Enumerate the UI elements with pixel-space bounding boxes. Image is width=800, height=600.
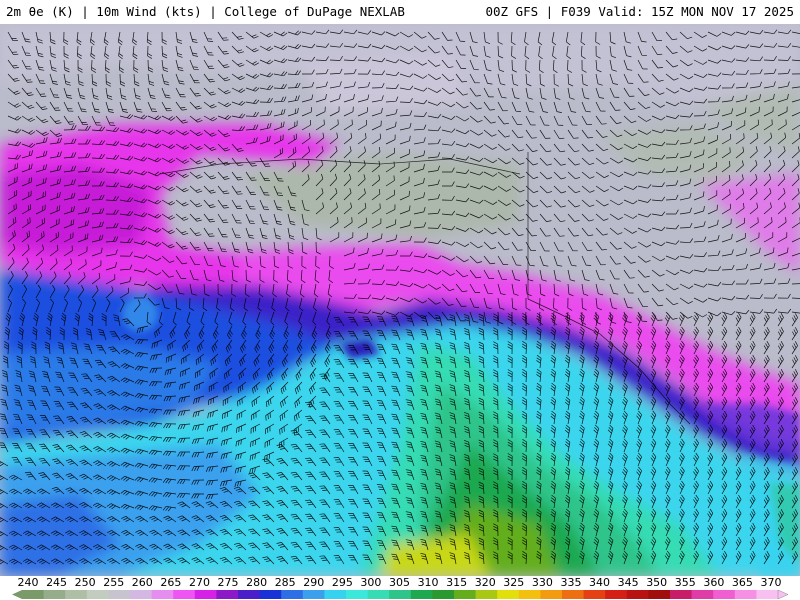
color-scale-label: 245: [46, 576, 68, 589]
color-scale-swatch: [670, 590, 693, 599]
color-scale-swatch: [86, 590, 109, 599]
color-scale-swatch: [648, 590, 671, 599]
color-scale-swatch: [583, 590, 606, 599]
color-scale-label: 250: [74, 576, 96, 589]
color-scale-label: 290: [303, 576, 325, 589]
color-scale-label: 265: [160, 576, 182, 589]
color-scale-swatch: [389, 590, 412, 599]
color-scale-labels: 240 245 250 255 260 265 270 275 280 285 290 295 300 3…: [0, 576, 800, 589]
color-scale-label: 320: [474, 576, 496, 589]
color-scale-swatch: [367, 590, 390, 599]
color-scale-label: 365: [731, 576, 753, 589]
color-scale-bar: [12, 590, 788, 599]
color-scale-label: 255: [103, 576, 125, 589]
color-scale-swatch: [540, 590, 563, 599]
color-scale-label: 330: [531, 576, 553, 589]
color-scale-label: 315: [446, 576, 468, 589]
color-scale-label: 270: [188, 576, 210, 589]
color-scale-label: 360: [703, 576, 725, 589]
color-scale-swatch: [432, 590, 455, 599]
color-scale-label: 370: [760, 576, 782, 589]
color-scale-label: 355: [674, 576, 696, 589]
color-scale-swatch: [410, 590, 433, 599]
color-scale-label: 340: [589, 576, 611, 589]
theta-e-map-svg: [0, 24, 800, 576]
color-scale-label: 280: [246, 576, 268, 589]
color-scale-label: 275: [217, 576, 239, 589]
color-scale-swatch: [475, 590, 498, 599]
color-scale-label: 285: [274, 576, 296, 589]
header-product-title: 2m θe (K) | 10m Wind (kts) | College of …: [6, 4, 405, 19]
color-scale-label: 345: [617, 576, 639, 589]
color-scale-swatch: [691, 590, 714, 599]
color-scale-swatch: [497, 590, 520, 599]
color-scale-swatch: [454, 590, 477, 599]
weather-map: [0, 24, 800, 576]
color-scale-swatch: [65, 590, 88, 599]
color-scale-label: 310: [417, 576, 439, 589]
color-scale-label: 325: [503, 576, 525, 589]
color-scale-swatch: [302, 590, 325, 599]
color-scale-right-arrow: [777, 590, 788, 599]
color-scale-swatch: [734, 590, 757, 599]
color-scale-swatch: [562, 590, 585, 599]
color-scale-label: 300: [360, 576, 382, 589]
color-scale-label: 335: [560, 576, 582, 589]
color-scale-legend: 240 245 250 255 260 265 270 275 280 285 290 295 300 3…: [0, 576, 800, 600]
color-scale-label: 295: [331, 576, 353, 589]
color-scale-swatch: [43, 590, 66, 599]
color-scale-swatch: [259, 590, 282, 599]
color-scale-swatch: [756, 590, 779, 599]
color-scale-swatch: [173, 590, 196, 599]
color-scale-swatch: [324, 590, 347, 599]
color-scale-label: 240: [17, 576, 39, 589]
color-scale-label: 305: [389, 576, 410, 589]
color-scale-swatch: [518, 590, 541, 599]
color-scale-swatch: [713, 590, 736, 599]
color-scale-swatch: [626, 590, 649, 599]
color-scale-swatch: [346, 590, 369, 599]
color-scale-swatch: [108, 590, 131, 599]
color-scale-swatch: [130, 590, 153, 599]
color-scale-swatch: [281, 590, 304, 599]
color-scale-left-arrow: [12, 590, 22, 599]
color-scale-swatch: [194, 590, 217, 599]
color-scale-swatch: [605, 590, 628, 599]
map-header: 2m θe (K) | 10m Wind (kts) | College of …: [0, 0, 800, 24]
color-scale-swatch: [238, 590, 261, 599]
color-scale-swatch: [22, 590, 45, 599]
header-run-valid-time: 00Z GFS | F039 Valid: 15Z MON NOV 17 202…: [485, 4, 794, 19]
color-scale-label: 350: [646, 576, 668, 589]
color-scale-swatch: [216, 590, 239, 599]
color-scale-label: 260: [131, 576, 153, 589]
color-scale-swatch: [151, 590, 174, 599]
